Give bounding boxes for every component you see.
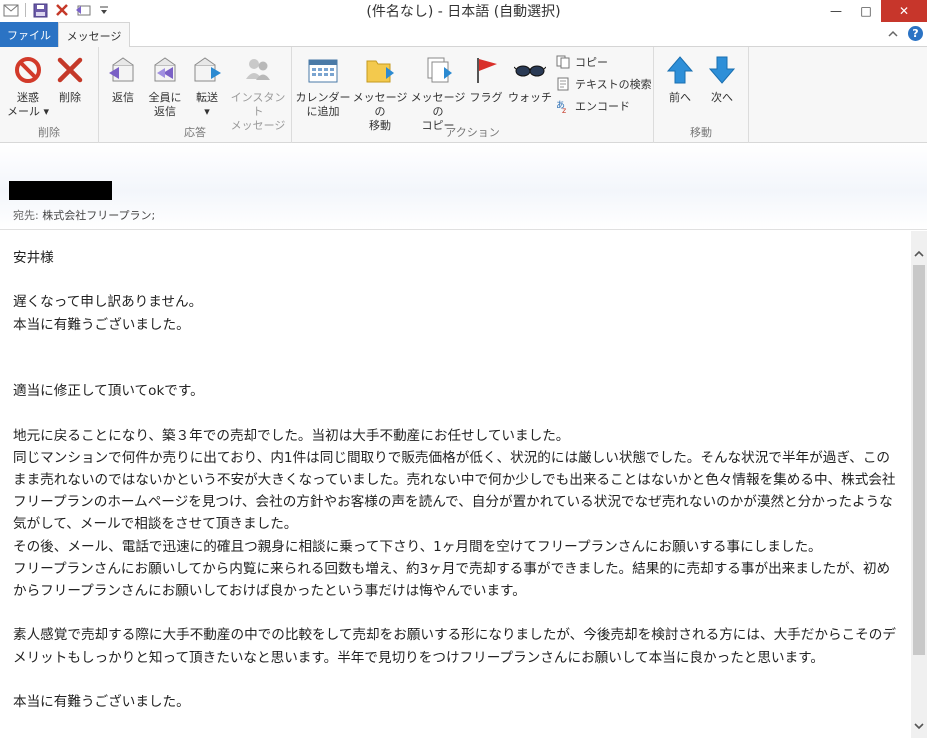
move-message-label-1: メッセージの bbox=[352, 91, 408, 118]
to-label: 宛先: bbox=[13, 209, 39, 222]
svg-text:z: z bbox=[562, 106, 566, 113]
minimize-button[interactable]: — bbox=[821, 0, 851, 22]
reply-envelope-icon bbox=[106, 53, 140, 87]
group-delete: 迷惑 メール ▾ 削除 削除 bbox=[0, 47, 99, 143]
forward-envelope-icon bbox=[190, 53, 224, 87]
find-text-button[interactable]: テキストの検索 bbox=[555, 75, 652, 93]
arrow-down-icon bbox=[705, 53, 739, 87]
delete-label: 削除 bbox=[59, 91, 81, 104]
scroll-up-icon[interactable] bbox=[911, 245, 927, 261]
ribbon-right-controls: ? bbox=[888, 26, 923, 41]
junk-icon bbox=[11, 53, 45, 87]
group-move: 前へ 次へ 移動 bbox=[654, 47, 749, 143]
tab-message[interactable]: メッセージ bbox=[58, 22, 130, 48]
ribbon: 迷惑 メール ▾ 削除 削除 返信 全員に 返信 転送 ▾ インスタント メッセ… bbox=[0, 47, 927, 143]
reply-all-envelope-icon bbox=[148, 53, 182, 87]
group-label-respond: 応答 bbox=[184, 126, 206, 139]
help-icon[interactable]: ? bbox=[908, 26, 923, 41]
window-title: (件名なし) - 日本語 (自動選択) bbox=[366, 4, 561, 20]
calendar-icon bbox=[306, 53, 340, 87]
encode-icon: あz bbox=[555, 98, 571, 114]
junk-label-2: メール ▾ bbox=[6, 105, 50, 118]
instant-message-button[interactable]: インスタント メッセージ bbox=[227, 53, 289, 133]
add-to-calendar-button[interactable]: カレンダー に追加 bbox=[294, 53, 352, 119]
encode-label: エンコード bbox=[575, 100, 630, 113]
instant-message-icon bbox=[241, 53, 275, 87]
message-body[interactable]: 安井様 遅くなって申し訳ありません。 本当に有難うございました。 適当に修正して… bbox=[0, 231, 911, 738]
message-body-text: 安井様 遅くなって申し訳ありません。 本当に有難うございました。 適当に修正して… bbox=[13, 250, 896, 711]
close-button[interactable]: ✕ bbox=[881, 0, 927, 22]
scrollbar-thumb[interactable] bbox=[913, 265, 925, 655]
delete-button[interactable]: 削除 bbox=[42, 53, 98, 105]
watch-label: ウォッチ bbox=[508, 91, 552, 104]
scroll-down-icon[interactable] bbox=[911, 718, 927, 734]
instant-message-label-1: インスタント bbox=[230, 91, 286, 118]
document-search-icon bbox=[555, 76, 571, 92]
move-message-button[interactable]: メッセージの 移動 bbox=[349, 53, 411, 133]
calendar-label-1: カレンダー bbox=[295, 91, 351, 104]
next-button[interactable]: 次へ bbox=[694, 53, 750, 105]
group-label-move: 移動 bbox=[690, 126, 712, 139]
tab-file[interactable]: ファイル bbox=[0, 22, 58, 47]
glasses-icon bbox=[513, 53, 547, 87]
ribbon-tabs: ファイル メッセージ ? bbox=[0, 22, 927, 48]
recipient-line: 宛先: 株式会社フリープラン; bbox=[13, 207, 155, 223]
message-header: 宛先: 株式会社フリープラン; bbox=[0, 144, 927, 230]
calendar-label-2: に追加 bbox=[306, 105, 340, 118]
encode-button[interactable]: あz エンコード bbox=[555, 97, 630, 115]
group-label-actions: アクション bbox=[445, 126, 500, 139]
group-label-delete: 削除 bbox=[38, 126, 60, 139]
group-respond: 返信 全員に 返信 転送 ▾ インスタント メッセージ 応答 bbox=[99, 47, 292, 143]
group-actions: カレンダー に追加 メッセージの 移動 メッセージの コピー フラグ ウォッチ … bbox=[292, 47, 654, 143]
to-value[interactable]: 株式会社フリープラン; bbox=[42, 209, 155, 222]
delete-x-icon bbox=[53, 53, 87, 87]
watch-button[interactable]: ウォッチ bbox=[504, 53, 556, 105]
flag-icon bbox=[469, 53, 503, 87]
window-controls: — □ ✕ bbox=[821, 0, 927, 22]
next-label: 次へ bbox=[711, 91, 733, 104]
maximize-button[interactable]: □ bbox=[851, 0, 881, 22]
sender-redacted bbox=[9, 181, 112, 200]
copy-message-icon bbox=[421, 53, 455, 87]
collapse-ribbon-icon[interactable] bbox=[888, 27, 898, 40]
copy-label: コピー bbox=[575, 56, 608, 69]
arrow-up-icon bbox=[663, 53, 697, 87]
copy-button[interactable]: コピー bbox=[555, 53, 608, 71]
title-bar: (件名なし) - 日本語 (自動選択) — □ ✕ bbox=[0, 0, 927, 22]
find-text-label: テキストの検索 bbox=[575, 78, 652, 91]
folder-move-icon bbox=[363, 53, 397, 87]
copy-icon bbox=[555, 54, 571, 70]
vertical-scrollbar[interactable] bbox=[911, 231, 927, 738]
